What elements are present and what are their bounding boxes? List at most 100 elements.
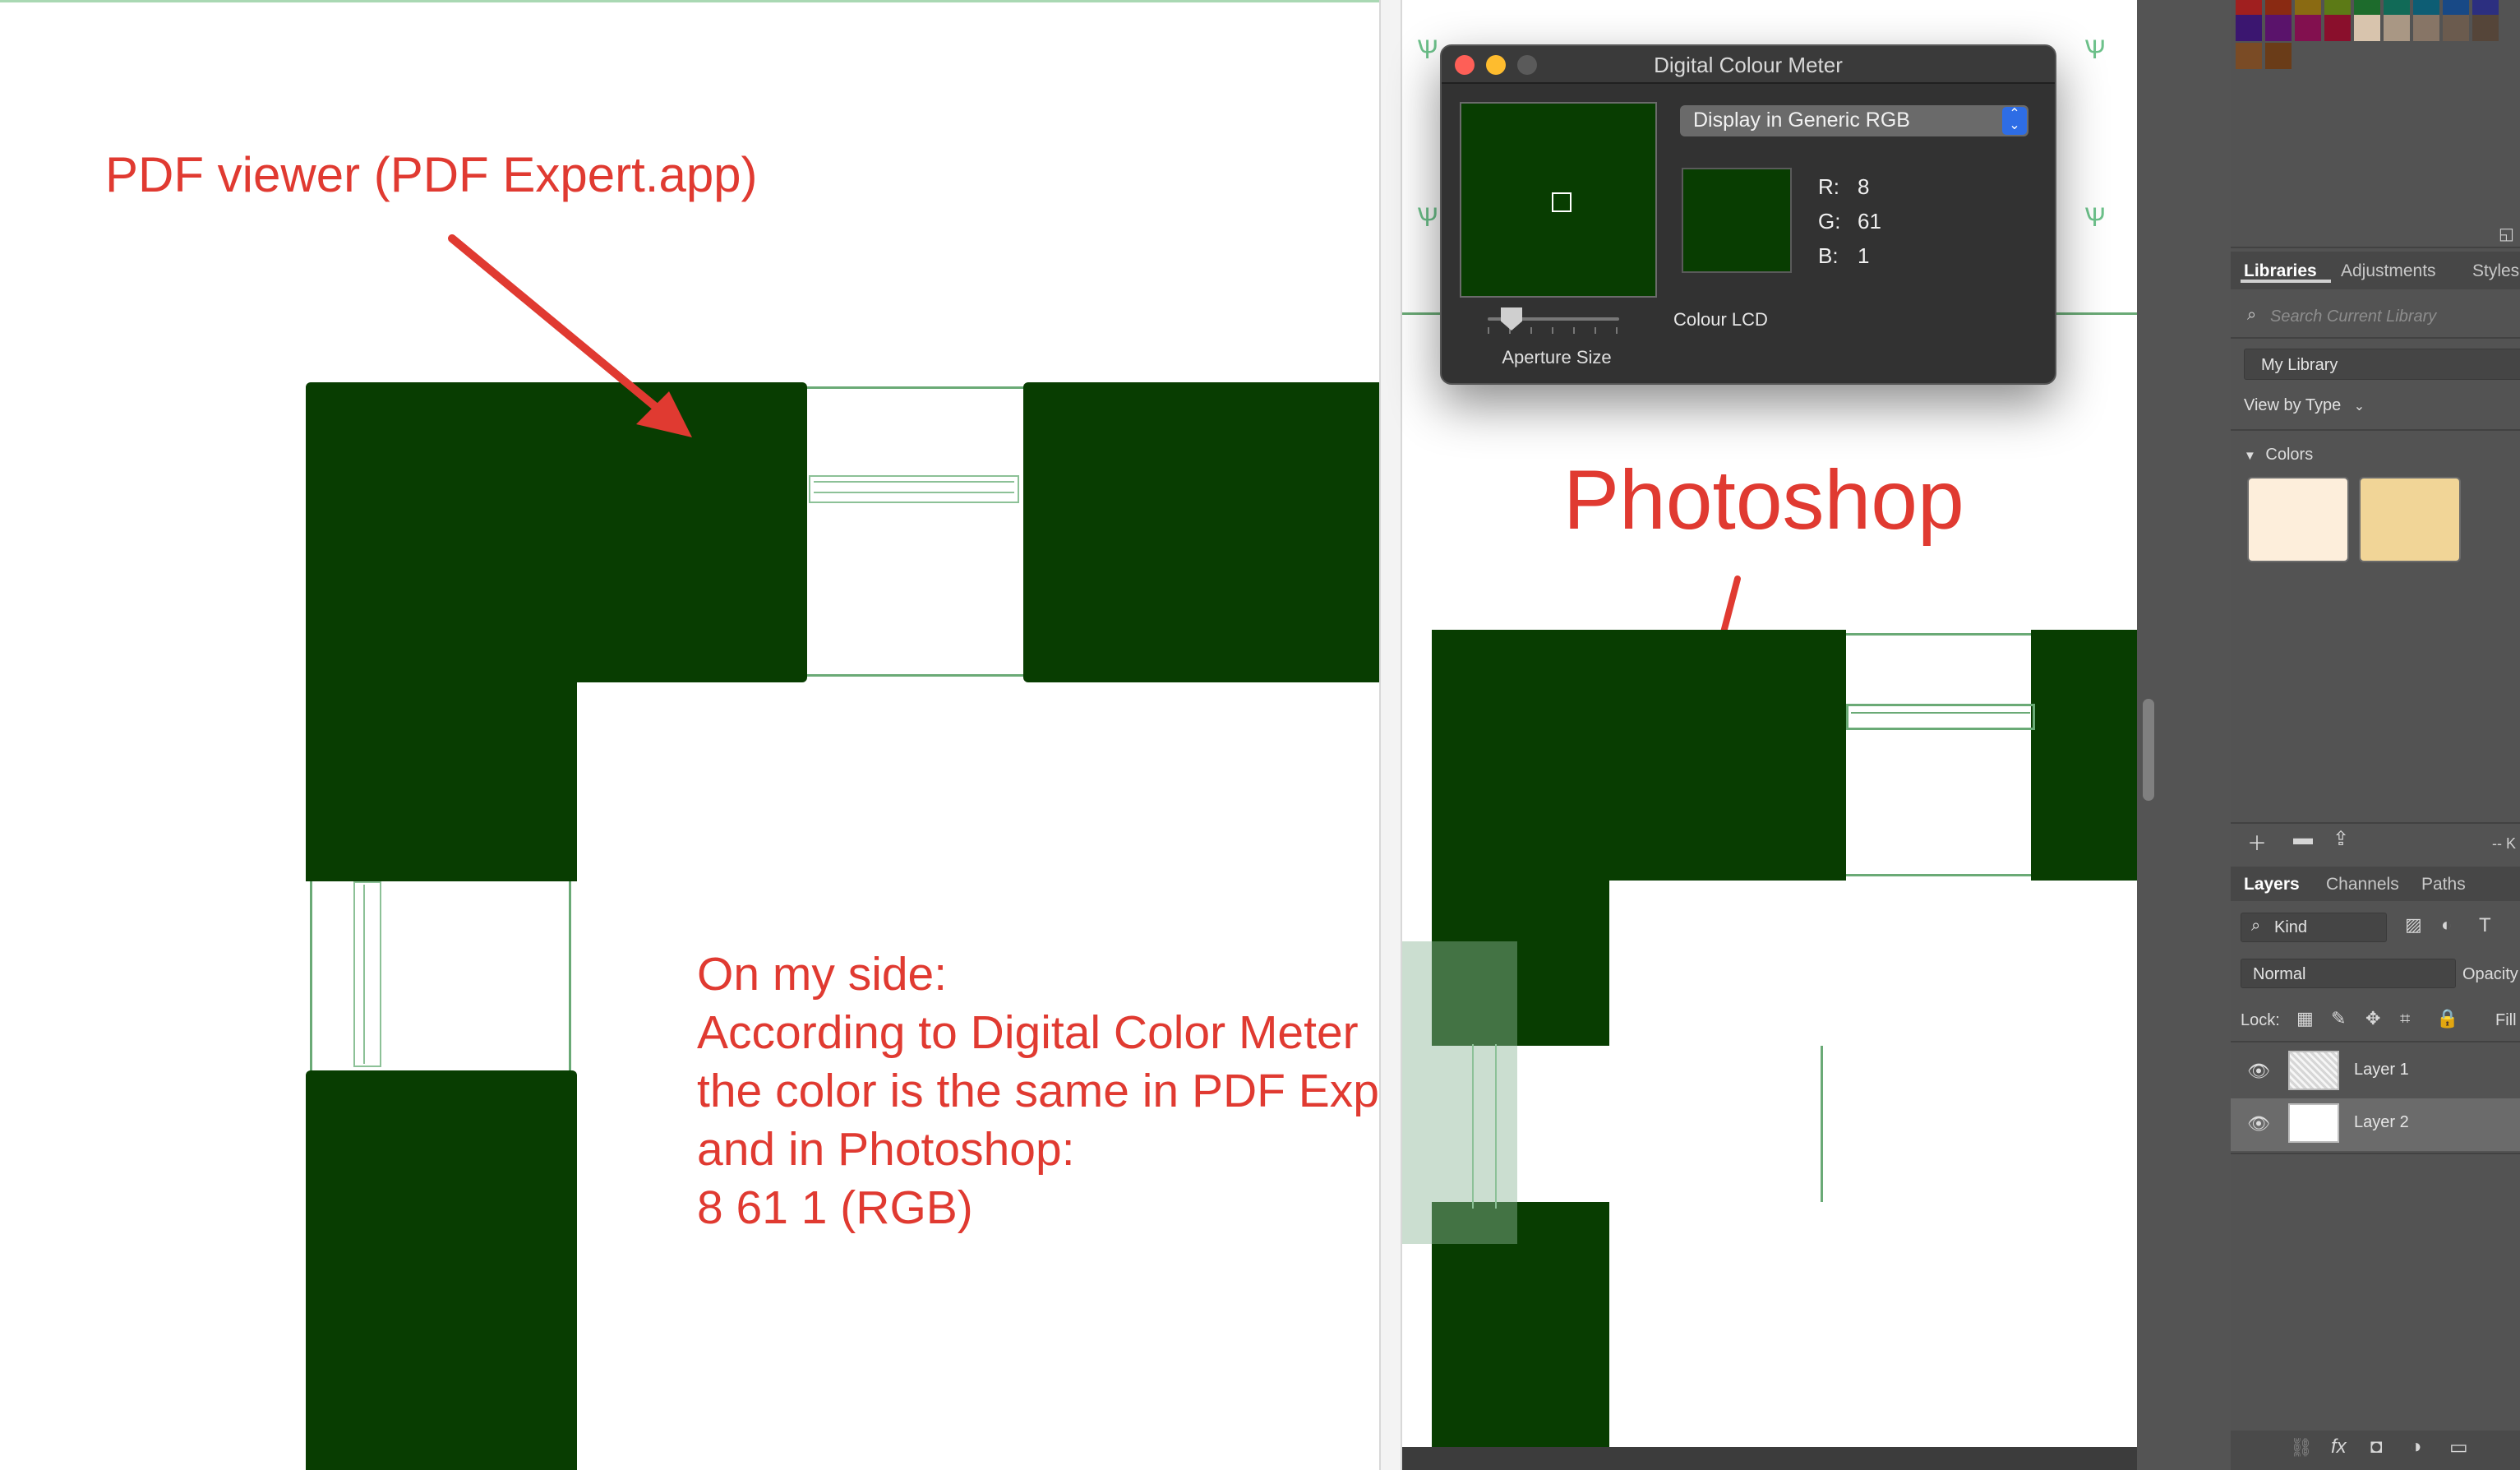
- ps-door-panel-left: [1472, 1044, 1497, 1209]
- note-line-4: and in Photoshop:: [697, 1123, 1075, 1176]
- lock-label: Lock:: [2241, 1011, 2280, 1029]
- swatch[interactable]: [2236, 15, 2262, 41]
- visibility-eye-icon[interactable]: 👁: [2247, 1061, 2270, 1082]
- swatch[interactable]: [2472, 0, 2499, 15]
- chevron-down-icon: ⌄: [2353, 400, 2365, 414]
- colors-section-label: Colors: [2265, 446, 2314, 464]
- canvas-status-bar: [1402, 1447, 2137, 1470]
- swatch[interactable]: [2265, 0, 2292, 15]
- folder-icon[interactable]: ▬: [2293, 827, 2313, 850]
- filter-pixel-icon[interactable]: ▨: [2405, 914, 2422, 936]
- layer-filter-kind[interactable]: ⌕ Kind: [2241, 913, 2387, 942]
- layer-name: Layer 1: [2354, 1061, 2409, 1079]
- blend-mode-select[interactable]: Normal: [2241, 959, 2456, 988]
- library-name: My Library: [2261, 356, 2338, 374]
- swatch[interactable]: [2413, 15, 2439, 41]
- pane-divider[interactable]: [1379, 0, 1402, 1470]
- blue-value: 1: [1858, 243, 1870, 268]
- filter-type-icon[interactable]: T: [2479, 914, 2491, 937]
- swatch[interactable]: [2354, 15, 2380, 41]
- aperture-reticle: [1552, 192, 1572, 212]
- photoshop-panels: ◱ Libraries Adjustments Styles ⌕ Search …: [2231, 0, 2520, 1470]
- photoshop-label: Photoshop: [1563, 453, 1964, 547]
- dcm-magnified-preview: [1460, 102, 1657, 298]
- layers-footer: ⛓ fx ◘ ◑ ▭: [2231, 1431, 2520, 1470]
- ps-door-panel-top: [1846, 704, 2035, 730]
- swatch[interactable]: [2384, 15, 2410, 41]
- tab-channels[interactable]: Channels: [2326, 875, 2399, 894]
- swatch[interactable]: [2443, 0, 2469, 15]
- swatch[interactable]: [2384, 0, 2410, 15]
- comparison-note: On my side: According to Digital Color M…: [697, 945, 1379, 1237]
- active-tab-indicator: [2241, 280, 2331, 283]
- digital-colour-meter-window[interactable]: Digital Colour Meter Aperture Size Displ…: [1440, 44, 2056, 385]
- red-readout: R: 8: [1818, 174, 1869, 200]
- dcm-titlebar[interactable]: Digital Colour Meter: [1442, 46, 2055, 84]
- layer-row-selected[interactable]: 👁 Layer 2: [2231, 1098, 2520, 1151]
- pdf-door-panel-left: [353, 881, 381, 1067]
- filter-adjustment-icon[interactable]: ◐: [2441, 914, 2452, 936]
- swatch[interactable]: [2265, 43, 2292, 69]
- lock-icon[interactable]: 🔒: [2436, 1008, 2458, 1029]
- swatch[interactable]: [2236, 0, 2262, 15]
- panel-menu-icon[interactable]: ◱: [2499, 224, 2514, 244]
- upload-icon[interactable]: ⇪: [2333, 827, 2349, 851]
- fx-icon[interactable]: fx: [2331, 1435, 2347, 1458]
- tab-libraries[interactable]: Libraries: [2244, 261, 2317, 281]
- new-group-icon[interactable]: ▭: [2449, 1435, 2468, 1459]
- adjustment-layer-icon[interactable]: ◑: [2410, 1435, 2422, 1458]
- pdf-green-block-left-column: [306, 658, 577, 881]
- add-icon[interactable]: ＋: [2247, 827, 2267, 856]
- swatch[interactable]: [2295, 0, 2321, 15]
- swatch[interactable]: [2354, 0, 2380, 15]
- display-name: Colour LCD: [1673, 309, 1768, 330]
- pdf-door-line-left: [363, 885, 365, 1064]
- plant-symbol-icon: Ѱ: [2084, 35, 2106, 64]
- canvas-selection-overlay: [1402, 941, 1517, 1244]
- layer-row[interactable]: 👁 Layer 1: [2231, 1046, 2520, 1098]
- swatch[interactable]: [2324, 0, 2351, 15]
- swatch[interactable]: [2472, 15, 2499, 41]
- green-label: G:: [1818, 209, 1841, 233]
- plant-symbol-icon: Ѱ: [2084, 202, 2106, 232]
- display-mode-select[interactable]: Display in Generic RGB ⌃ ⌄: [1680, 105, 2028, 136]
- pdf-viewer-label: PDF viewer (PDF Expert.app): [105, 147, 758, 202]
- link-icon[interactable]: ⛓: [2290, 1437, 2313, 1458]
- swatch[interactable]: [2295, 15, 2321, 41]
- brush-icon[interactable]: ✎: [2331, 1008, 2346, 1029]
- green-value: 61: [1858, 209, 1881, 233]
- tab-layers[interactable]: Layers: [2244, 875, 2300, 894]
- pdf-door-line-top: [814, 481, 1014, 483]
- library-color-swatch[interactable]: [2247, 477, 2349, 562]
- crop-icon[interactable]: ⌗: [2400, 1008, 2410, 1029]
- layer-thumbnail: [2288, 1051, 2339, 1090]
- tab-adjustments[interactable]: Adjustments: [2341, 261, 2436, 281]
- library-select[interactable]: My Library: [2244, 349, 2520, 380]
- library-color-swatch[interactable]: [2359, 477, 2461, 562]
- tab-paths[interactable]: Paths: [2421, 875, 2466, 894]
- filter-kind-label: Kind: [2274, 918, 2308, 936]
- swatch[interactable]: [2236, 43, 2262, 69]
- visibility-eye-icon[interactable]: 👁: [2247, 1113, 2270, 1135]
- pdf-green-block-bottom-left: [306, 1070, 577, 1470]
- note-line-1: On my side:: [697, 948, 948, 1001]
- ps-doorway-outline-top: [1846, 633, 2031, 876]
- swatch[interactable]: [2443, 15, 2469, 41]
- library-status: -- K: [2492, 835, 2516, 852]
- swatch[interactable]: [2413, 0, 2439, 15]
- tab-styles[interactable]: Styles: [2472, 261, 2519, 281]
- mask-icon[interactable]: ◘: [2370, 1435, 2383, 1458]
- library-search-input[interactable]: Search Current Library: [2270, 307, 2436, 326]
- view-by-type-dropdown[interactable]: View by Type ⌄: [2244, 396, 2365, 415]
- move-icon[interactable]: ✥: [2365, 1008, 2380, 1029]
- canvas-scrollbar-thumb[interactable]: [2143, 699, 2154, 801]
- swatch[interactable]: [2324, 15, 2351, 41]
- colors-section-header[interactable]: ▼ Colors: [2244, 446, 2313, 465]
- pdf-door-panel-top: [809, 475, 1019, 503]
- ps-door-line-top: [1851, 712, 2030, 714]
- swatch[interactable]: [2265, 15, 2292, 41]
- pdf-green-block-top-right: [1023, 382, 1379, 682]
- lock-transparency-icon[interactable]: ▦: [2296, 1008, 2314, 1029]
- pdf-top-border: [0, 0, 1379, 2]
- search-icon: ⌕: [2247, 306, 2257, 324]
